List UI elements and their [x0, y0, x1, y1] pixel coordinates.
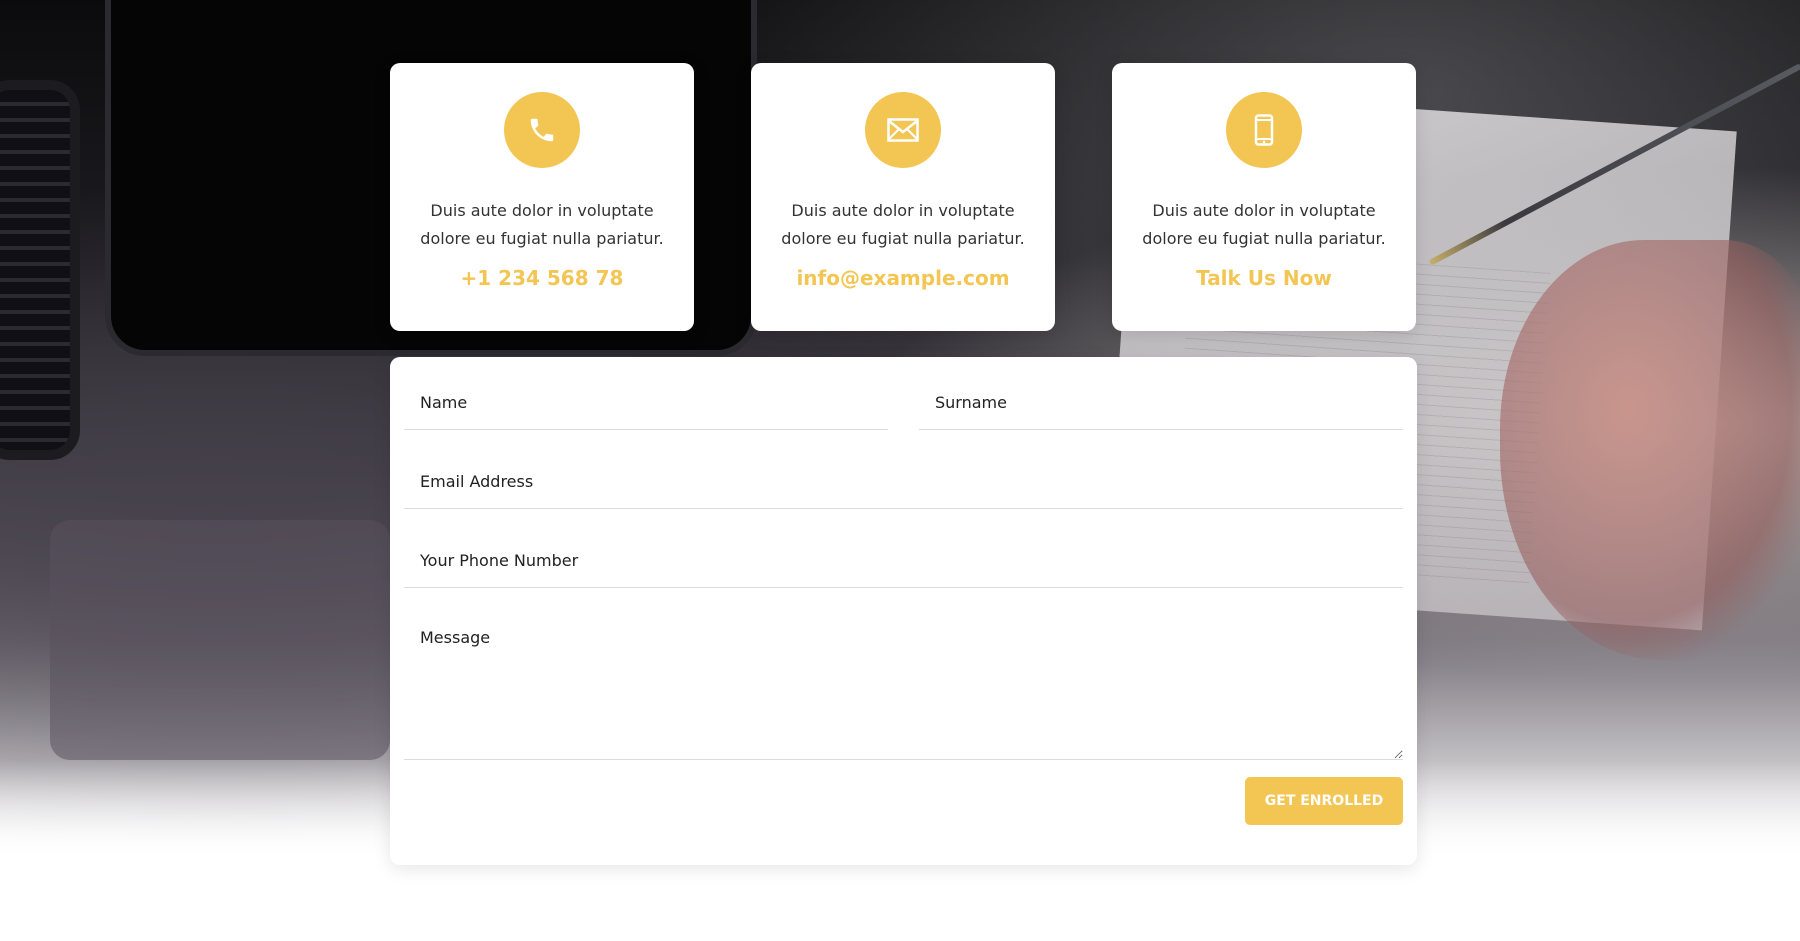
background-car-vent: [0, 80, 80, 460]
name-field-wrapper: [404, 375, 888, 430]
surname-input[interactable]: [919, 375, 1403, 429]
phone-input[interactable]: [404, 533, 1403, 587]
background-car-panel: [50, 520, 390, 760]
contact-card-phone: Duis aute dolor in voluptate dolore eu f…: [390, 63, 694, 331]
message-textarea[interactable]: [404, 612, 1403, 759]
get-enrolled-button[interactable]: GET ENROLLED: [1245, 777, 1403, 825]
surname-field-wrapper: [919, 375, 1403, 430]
email-field-wrapper: [404, 454, 1403, 509]
contact-card-talk: Duis aute dolor in voluptate dolore eu f…: [1112, 63, 1416, 331]
contact-cards: Duis aute dolor in voluptate dolore eu f…: [390, 63, 1417, 331]
enrollment-form: GET ENROLLED: [390, 357, 1417, 865]
contact-card-description: Duis aute dolor in voluptate dolore eu f…: [781, 201, 1025, 248]
mobile-phone-icon: [1226, 92, 1302, 168]
background-hand: [1500, 240, 1800, 660]
message-field-wrapper: [404, 612, 1403, 760]
phone-field-wrapper: [404, 533, 1403, 588]
email-link[interactable]: info@example.com: [761, 266, 1045, 290]
phone-icon: [504, 92, 580, 168]
talk-us-now-link[interactable]: Talk Us Now: [1122, 266, 1406, 290]
contact-card-description: Duis aute dolor in voluptate dolore eu f…: [420, 201, 664, 248]
email-input[interactable]: [404, 454, 1403, 508]
contact-card-email: Duis aute dolor in voluptate dolore eu f…: [751, 63, 1055, 331]
phone-number-link[interactable]: +1 234 568 78: [400, 266, 684, 290]
contact-card-description: Duis aute dolor in voluptate dolore eu f…: [1142, 201, 1386, 248]
envelope-icon: [865, 92, 941, 168]
name-input[interactable]: [404, 375, 888, 429]
